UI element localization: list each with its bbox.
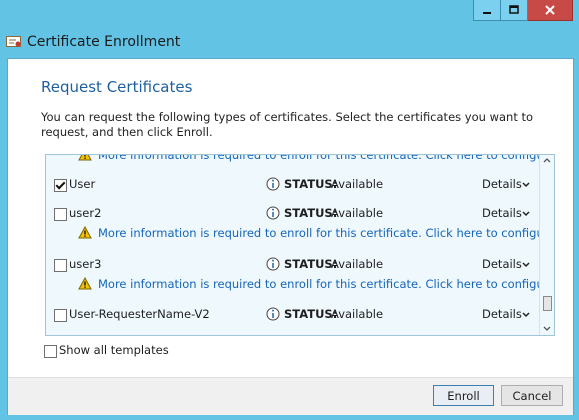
close-icon xyxy=(545,5,555,15)
dialog-footer: Enroll Cancel xyxy=(8,377,573,415)
details-toggle[interactable]: Details xyxy=(482,257,522,271)
certificate-list[interactable]: More information is required to enroll f… xyxy=(45,154,555,336)
window-frame: Certificate Enrollment Request Certifica… xyxy=(0,0,579,420)
info-icon xyxy=(266,307,280,321)
warning-icon xyxy=(78,277,92,290)
window-title: Certificate Enrollment xyxy=(27,34,181,50)
status-value: Available xyxy=(331,177,384,191)
warning-icon xyxy=(78,226,92,239)
certificate-checkbox[interactable] xyxy=(54,309,67,322)
info-icon xyxy=(266,257,280,271)
certificate-icon xyxy=(6,36,21,47)
info-icon xyxy=(266,177,280,191)
maximize-button[interactable] xyxy=(501,0,528,21)
chevron-down-icon[interactable] xyxy=(522,312,530,318)
certificate-row[interactable]: user2 STATUS: Available Details xyxy=(46,204,540,224)
status-label: STATUS: xyxy=(284,206,338,220)
title-bar: Certificate Enrollment xyxy=(0,28,579,58)
scrollbar-thumb[interactable] xyxy=(543,296,552,311)
certificate-row[interactable]: User-RequesterName-V2 STATUS: Available … xyxy=(46,305,540,325)
certificate-checkbox[interactable] xyxy=(54,259,67,272)
details-toggle[interactable]: Details xyxy=(482,177,522,191)
status-value: Available xyxy=(331,307,384,321)
minimize-icon xyxy=(483,12,491,14)
certificate-warning[interactable]: More information is required to enroll f… xyxy=(46,275,554,295)
close-button[interactable] xyxy=(528,0,573,21)
certificate-name: User xyxy=(69,177,96,191)
certificate-warning[interactable]: More information is required to enroll f… xyxy=(46,224,554,244)
status-value: Available xyxy=(331,206,384,220)
details-toggle[interactable]: Details xyxy=(482,206,522,220)
maximize-icon xyxy=(509,5,519,14)
info-icon xyxy=(266,206,280,220)
scroll-up-icon[interactable] xyxy=(543,157,551,163)
chevron-down-icon[interactable] xyxy=(522,211,530,217)
cancel-button[interactable]: Cancel xyxy=(501,385,563,406)
status-label: STATUS: xyxy=(284,257,338,271)
show-all-templates-checkbox[interactable] xyxy=(44,345,57,358)
window-controls xyxy=(473,0,573,21)
show-all-templates-label[interactable]: Show all templates xyxy=(59,343,169,357)
status-value: Available xyxy=(331,257,384,271)
chevron-down-icon[interactable] xyxy=(522,262,530,268)
certificate-warning-partial[interactable]: More information is required to enroll f… xyxy=(46,155,554,166)
certificate-row[interactable]: user3 STATUS: Available Details xyxy=(46,255,540,275)
certificate-row[interactable]: User STATUS: Available Details xyxy=(46,175,540,195)
certificate-name: user3 xyxy=(69,257,102,271)
certificate-name: User-RequesterName-V2 xyxy=(69,307,210,321)
scroll-down-icon[interactable] xyxy=(543,326,551,332)
warning-link[interactable]: More information is required to enroll f… xyxy=(98,155,554,162)
status-label: STATUS: xyxy=(284,177,338,191)
certificate-checkbox[interactable] xyxy=(54,179,67,192)
warning-icon xyxy=(78,155,92,161)
warning-link[interactable]: More information is required to enroll f… xyxy=(98,277,554,291)
chevron-down-icon[interactable] xyxy=(522,182,530,188)
certificate-checkbox[interactable] xyxy=(54,208,67,221)
minimize-button[interactable] xyxy=(473,0,501,21)
warning-link[interactable]: More information is required to enroll f… xyxy=(98,226,554,240)
page-description: You can request the following types of c… xyxy=(41,110,534,139)
enroll-button[interactable]: Enroll xyxy=(433,385,494,406)
dialog-body: Request Certificates You can request the… xyxy=(7,58,574,415)
certificate-name: user2 xyxy=(69,206,102,220)
details-toggle[interactable]: Details xyxy=(482,307,522,321)
vertical-scrollbar[interactable] xyxy=(539,155,554,335)
page-title: Request Certificates xyxy=(41,78,193,96)
status-label: STATUS: xyxy=(284,307,338,321)
